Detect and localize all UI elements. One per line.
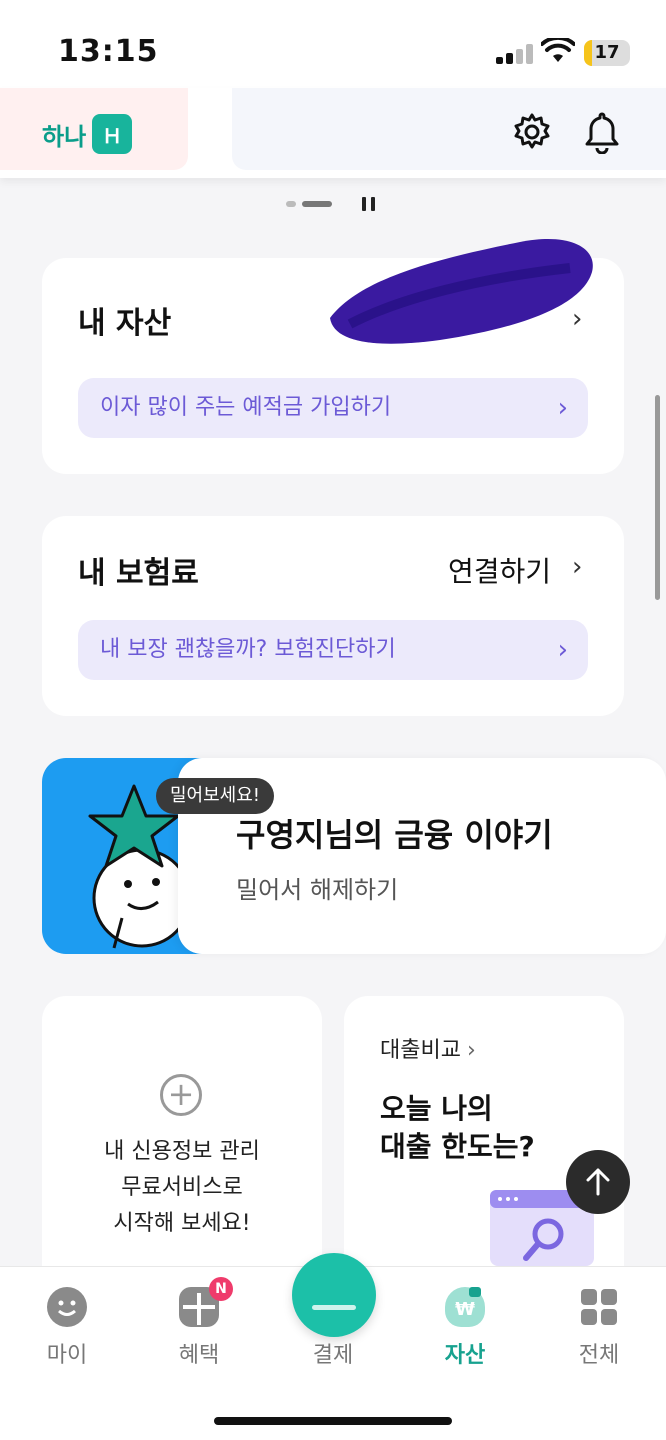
story-title: 구영지님의 금융 이야기 xyxy=(236,816,553,854)
svg-text:₩: ₩ xyxy=(455,1299,475,1320)
chevron-right-icon: › xyxy=(557,393,568,423)
bottom-tab-bar: 마이 N 혜택 결제 ₩ 자산 전체 xyxy=(0,1253,666,1440)
swipe-hint-bubble: 밀어보세요! xyxy=(156,778,275,814)
app-header: 하나 Ｈ xyxy=(0,88,666,178)
credit-line-3: 시작해 보세요! xyxy=(113,1211,251,1236)
scrollbar[interactable] xyxy=(655,395,660,600)
status-bar: 13:15 17 xyxy=(0,0,666,88)
arrow-up-icon xyxy=(586,1168,610,1196)
wifi-icon xyxy=(541,38,575,62)
tab-pay-label: 결제 xyxy=(312,1343,354,1368)
logo-mark: Ｈ xyxy=(92,114,133,154)
assets-title: 내 자산 xyxy=(78,306,172,341)
loan-category-label: 대출비교 xyxy=(380,1038,461,1063)
loan-title: 오늘 나의 대출 한도는? xyxy=(380,1090,535,1166)
tab-assets[interactable]: ₩ 자산 xyxy=(420,1287,510,1369)
new-badge: N xyxy=(209,1277,233,1301)
hana-logo: 하나 Ｈ xyxy=(42,114,133,154)
cellular-signal-icon xyxy=(496,44,534,64)
loan-compare-card[interactable]: 대출비교 › 오늘 나의 대출 한도는? xyxy=(344,996,624,1296)
tab-my[interactable]: 마이 xyxy=(22,1287,112,1369)
chevron-right-icon[interactable]: › xyxy=(572,552,582,582)
loan-line-1: 오늘 나의 xyxy=(380,1092,493,1125)
gift-icon: N xyxy=(179,1277,233,1327)
settings-icon[interactable] xyxy=(512,112,552,152)
chevron-right-icon: › xyxy=(466,1038,476,1063)
swipe-to-unlock-label[interactable]: 밀어서 해제하기 xyxy=(236,870,398,905)
carousel-dot[interactable] xyxy=(286,201,296,207)
pause-icon[interactable] xyxy=(362,197,375,211)
battery-icon: 17 xyxy=(584,40,630,66)
battery-level: 17 xyxy=(594,42,620,63)
bell-icon[interactable] xyxy=(582,110,622,154)
scroll-to-top-button[interactable] xyxy=(566,1150,630,1214)
insurance-title: 내 보험료 xyxy=(78,556,199,591)
tab-assets-label: 자산 xyxy=(444,1343,486,1368)
plus-circle-icon[interactable]: + xyxy=(160,1074,202,1116)
tab-pay[interactable]: 결제 xyxy=(288,1337,378,1369)
smile-face-icon xyxy=(47,1287,87,1327)
insurance-promo-button[interactable]: 내 보장 괜찮을까? 보험진단하기 › xyxy=(78,620,588,680)
chevron-right-icon: › xyxy=(557,635,568,665)
credit-info-text: 내 신용정보 관리 무료서비스로 시작해 보세요! xyxy=(42,1134,322,1242)
loan-line-2: 대출 한도는? xyxy=(380,1130,535,1163)
money-bag-icon: ₩ xyxy=(445,1287,485,1327)
insurance-card[interactable]: 내 보험료 연결하기 › 내 보장 괜찮을까? 보험진단하기 › xyxy=(42,516,624,716)
pay-icon xyxy=(312,1305,356,1310)
redaction-scribble xyxy=(330,238,593,344)
tab-benefits[interactable]: N 혜택 xyxy=(154,1277,244,1369)
connect-link[interactable]: 연결하기 xyxy=(448,550,551,590)
tab-all-label: 전체 xyxy=(578,1343,620,1368)
deposit-promo-label: 이자 많이 주는 예적금 가입하기 xyxy=(100,395,392,420)
credit-line-1: 내 신용정보 관리 xyxy=(104,1139,260,1164)
status-time: 13:15 xyxy=(58,34,159,69)
carousel-indicator xyxy=(286,197,375,211)
insurance-promo-label: 내 보장 괜찮을까? 보험진단하기 xyxy=(100,637,396,662)
finance-story-card[interactable]: 밀어보세요! 구영지님의 금융 이야기 밀어서 해제하기 xyxy=(42,758,666,954)
loan-category[interactable]: 대출비교 › xyxy=(380,1032,476,1064)
credit-line-2: 무료서비스로 xyxy=(121,1175,243,1200)
carousel-dot-active[interactable] xyxy=(302,201,332,207)
tab-all[interactable]: 전체 xyxy=(554,1287,644,1369)
deposit-promo-button[interactable]: 이자 많이 주는 예적금 가입하기 › xyxy=(78,378,588,438)
credit-info-card[interactable]: + 내 신용정보 관리 무료서비스로 시작해 보세요! xyxy=(42,996,322,1296)
tab-benefits-label: 혜택 xyxy=(178,1343,220,1368)
grid-icon xyxy=(579,1287,619,1327)
pay-button[interactable] xyxy=(292,1253,376,1337)
home-indicator[interactable] xyxy=(214,1417,452,1425)
tab-my-label: 마이 xyxy=(46,1343,88,1368)
logo-text: 하나 xyxy=(42,122,87,151)
